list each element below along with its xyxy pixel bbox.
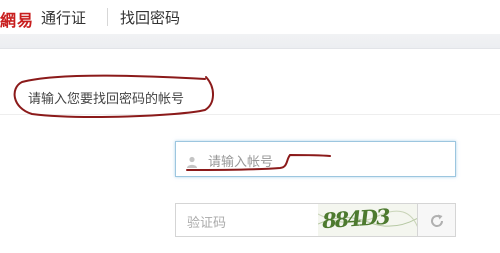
account-input[interactable]: 请输入帐号 — [175, 141, 456, 177]
product-name: 通行证 — [41, 9, 87, 27]
captcha-text: 884D3 — [321, 203, 390, 234]
top-header: 網易 通行证 找回密码 — [0, 0, 500, 34]
captcha-input[interactable]: 验证码 — [175, 203, 319, 237]
user-icon — [186, 153, 198, 168]
page-heading: 找回密码 — [120, 9, 181, 27]
find-password-page: 網易 通行证 找回密码 请输入您要找回密码的帐号 请输入帐号 验证码 884D3 — [0, 0, 500, 253]
netease-logo[interactable]: 網易 — [0, 7, 34, 31]
header-band — [0, 34, 500, 49]
header-divider — [107, 8, 108, 26]
captcha-image[interactable]: 884D3 — [318, 203, 418, 237]
captcha-placeholder: 验证码 — [187, 216, 227, 231]
step-divider — [0, 114, 500, 115]
step-instruction: 请输入您要找回密码的帐号 — [28, 92, 185, 107]
refresh-icon — [429, 213, 445, 229]
refresh-captcha-button[interactable] — [418, 203, 456, 237]
account-placeholder: 请输入帐号 — [208, 155, 274, 170]
